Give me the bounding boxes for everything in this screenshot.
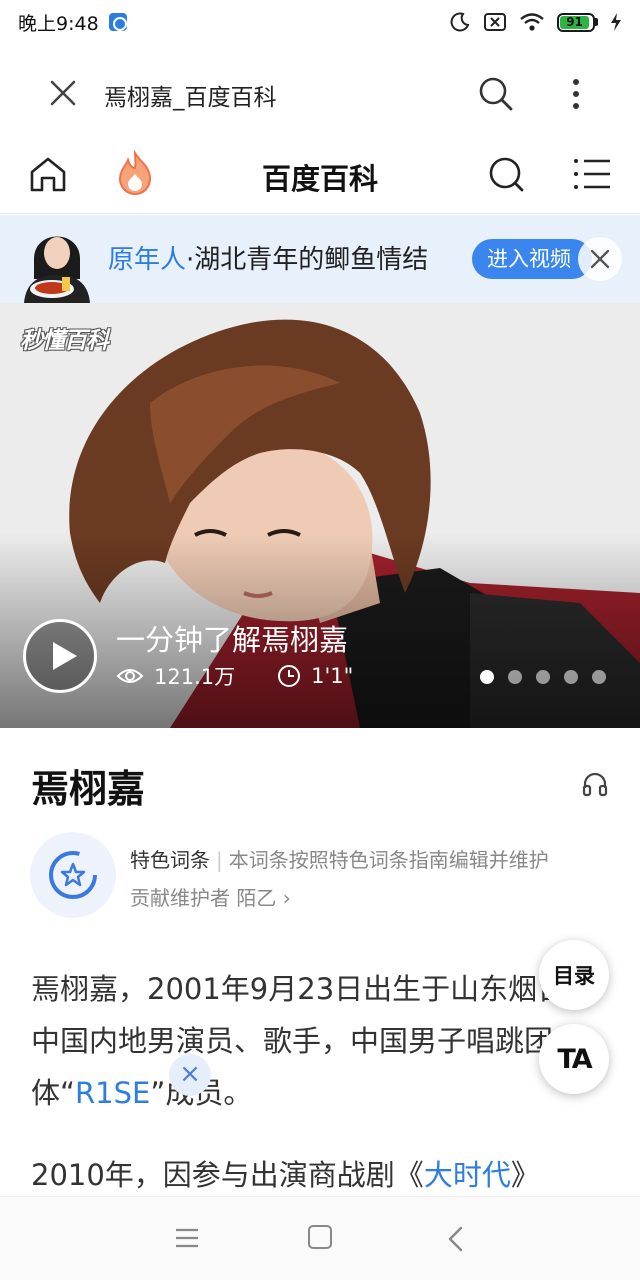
status-icons: 91 [449, 11, 622, 33]
contributor-name: 陌乙 [236, 886, 277, 910]
status-time: 晚上9:48 [18, 12, 99, 35]
browser-toolbar: 焉栩嘉_百度百科 [0, 50, 640, 136]
back-icon[interactable] [444, 1225, 468, 1253]
play-button[interactable] [23, 619, 97, 693]
search-icon[interactable] [486, 154, 526, 194]
headphones-icon[interactable] [581, 770, 609, 798]
battery-level: 91 [560, 15, 590, 29]
article-title: 焉栩嘉 [31, 767, 146, 811]
app-notification-icon [108, 13, 127, 31]
table-of-contents-button[interactable]: 目录 [539, 940, 609, 1010]
wifi-icon [520, 13, 544, 31]
paragraph-text: 》 [510, 1158, 540, 1192]
promo-thumbnail [18, 219, 96, 303]
r1se-link[interactable]: R1SE [75, 1076, 150, 1110]
browser-page-title: 焉栩嘉_百度百科 [104, 85, 277, 111]
contributor-line[interactable]: 贡献维护者 陌乙 › [130, 882, 291, 911]
close-icon[interactable]: × [169, 1054, 211, 1096]
star-badge-icon [49, 851, 97, 899]
video-duration: 1'1" [311, 664, 354, 688]
carousel-dot[interactable] [508, 670, 522, 684]
baike-header: 百度百科 [0, 136, 640, 214]
system-nav-bar [0, 1196, 640, 1280]
home-button-icon[interactable] [308, 1225, 332, 1249]
enter-video-button[interactable]: 进入视频 [472, 239, 592, 279]
article-paragraph: 焉栩嘉，2001年9月23日出生于山东烟台，中国内地男演员、歌手，中国男子唱跳团… [31, 963, 611, 1119]
baike-logo[interactable]: 百度百科 [0, 156, 640, 198]
close-icon[interactable] [578, 237, 622, 281]
video-meta: 121.1万 1'1" [116, 661, 353, 691]
menu-icon[interactable] [572, 156, 612, 192]
view-count: 121.1万 [154, 665, 236, 689]
more-vertical-icon[interactable] [560, 74, 592, 114]
paragraph-text: 2010年，因参与出演商战剧《 [31, 1158, 424, 1192]
carousel-dot[interactable] [564, 670, 578, 684]
recent-apps-icon[interactable] [174, 1227, 200, 1249]
status-bar: 晚上9:48 91 [0, 0, 640, 44]
da-shi-dai-link[interactable]: 大时代 [424, 1158, 511, 1192]
charging-icon [611, 13, 621, 31]
clock-icon [278, 665, 301, 687]
battery-icon: 91 [557, 12, 598, 32]
text-size-button[interactable]: TA [539, 1024, 609, 1094]
contributor-label: 贡献维护者 [130, 886, 230, 910]
miaodong-badge: 秒懂百科 [20, 328, 109, 354]
sim-card-icon [484, 13, 506, 31]
eye-icon [116, 669, 144, 683]
article-paragraph: 2010年，因参与出演商战剧《大时代》 [31, 1149, 611, 1201]
promo-banner[interactable]: 原年人·湖北青年的鲫鱼情结 进入视频 [0, 215, 640, 303]
feature-line: 特色词条 | 本词条按照特色词条指南编辑并维护 [130, 848, 549, 872]
video-title: 一分钟了解焉栩嘉 [116, 623, 349, 657]
search-icon[interactable] [476, 74, 516, 114]
feature-entry-box[interactable]: 特色词条 | 本词条按照特色词条指南编辑并维护 贡献维护者 陌乙 › [30, 832, 620, 922]
carousel-dot[interactable] [592, 670, 606, 684]
hero-video[interactable]: 秒懂百科 一分钟了解焉栩嘉 121.1万 1'1" [0, 303, 640, 728]
feature-description: 本词条按照特色词条指南编辑并维护 [228, 848, 549, 872]
feature-badge [30, 832, 116, 918]
feature-label: 特色词条 [130, 848, 210, 872]
chevron-right-icon: › [282, 886, 291, 910]
close-icon[interactable] [44, 74, 82, 112]
carousel-indicator [480, 670, 606, 684]
promo-headline: ·湖北青年的鲫鱼情结 [186, 245, 429, 275]
moon-icon [450, 12, 470, 32]
promo-highlight: 原年人 [108, 245, 187, 275]
promo-text: 原年人·湖北青年的鲫鱼情结 [108, 239, 428, 276]
carousel-dot[interactable] [536, 670, 550, 684]
carousel-dot[interactable] [480, 670, 494, 684]
